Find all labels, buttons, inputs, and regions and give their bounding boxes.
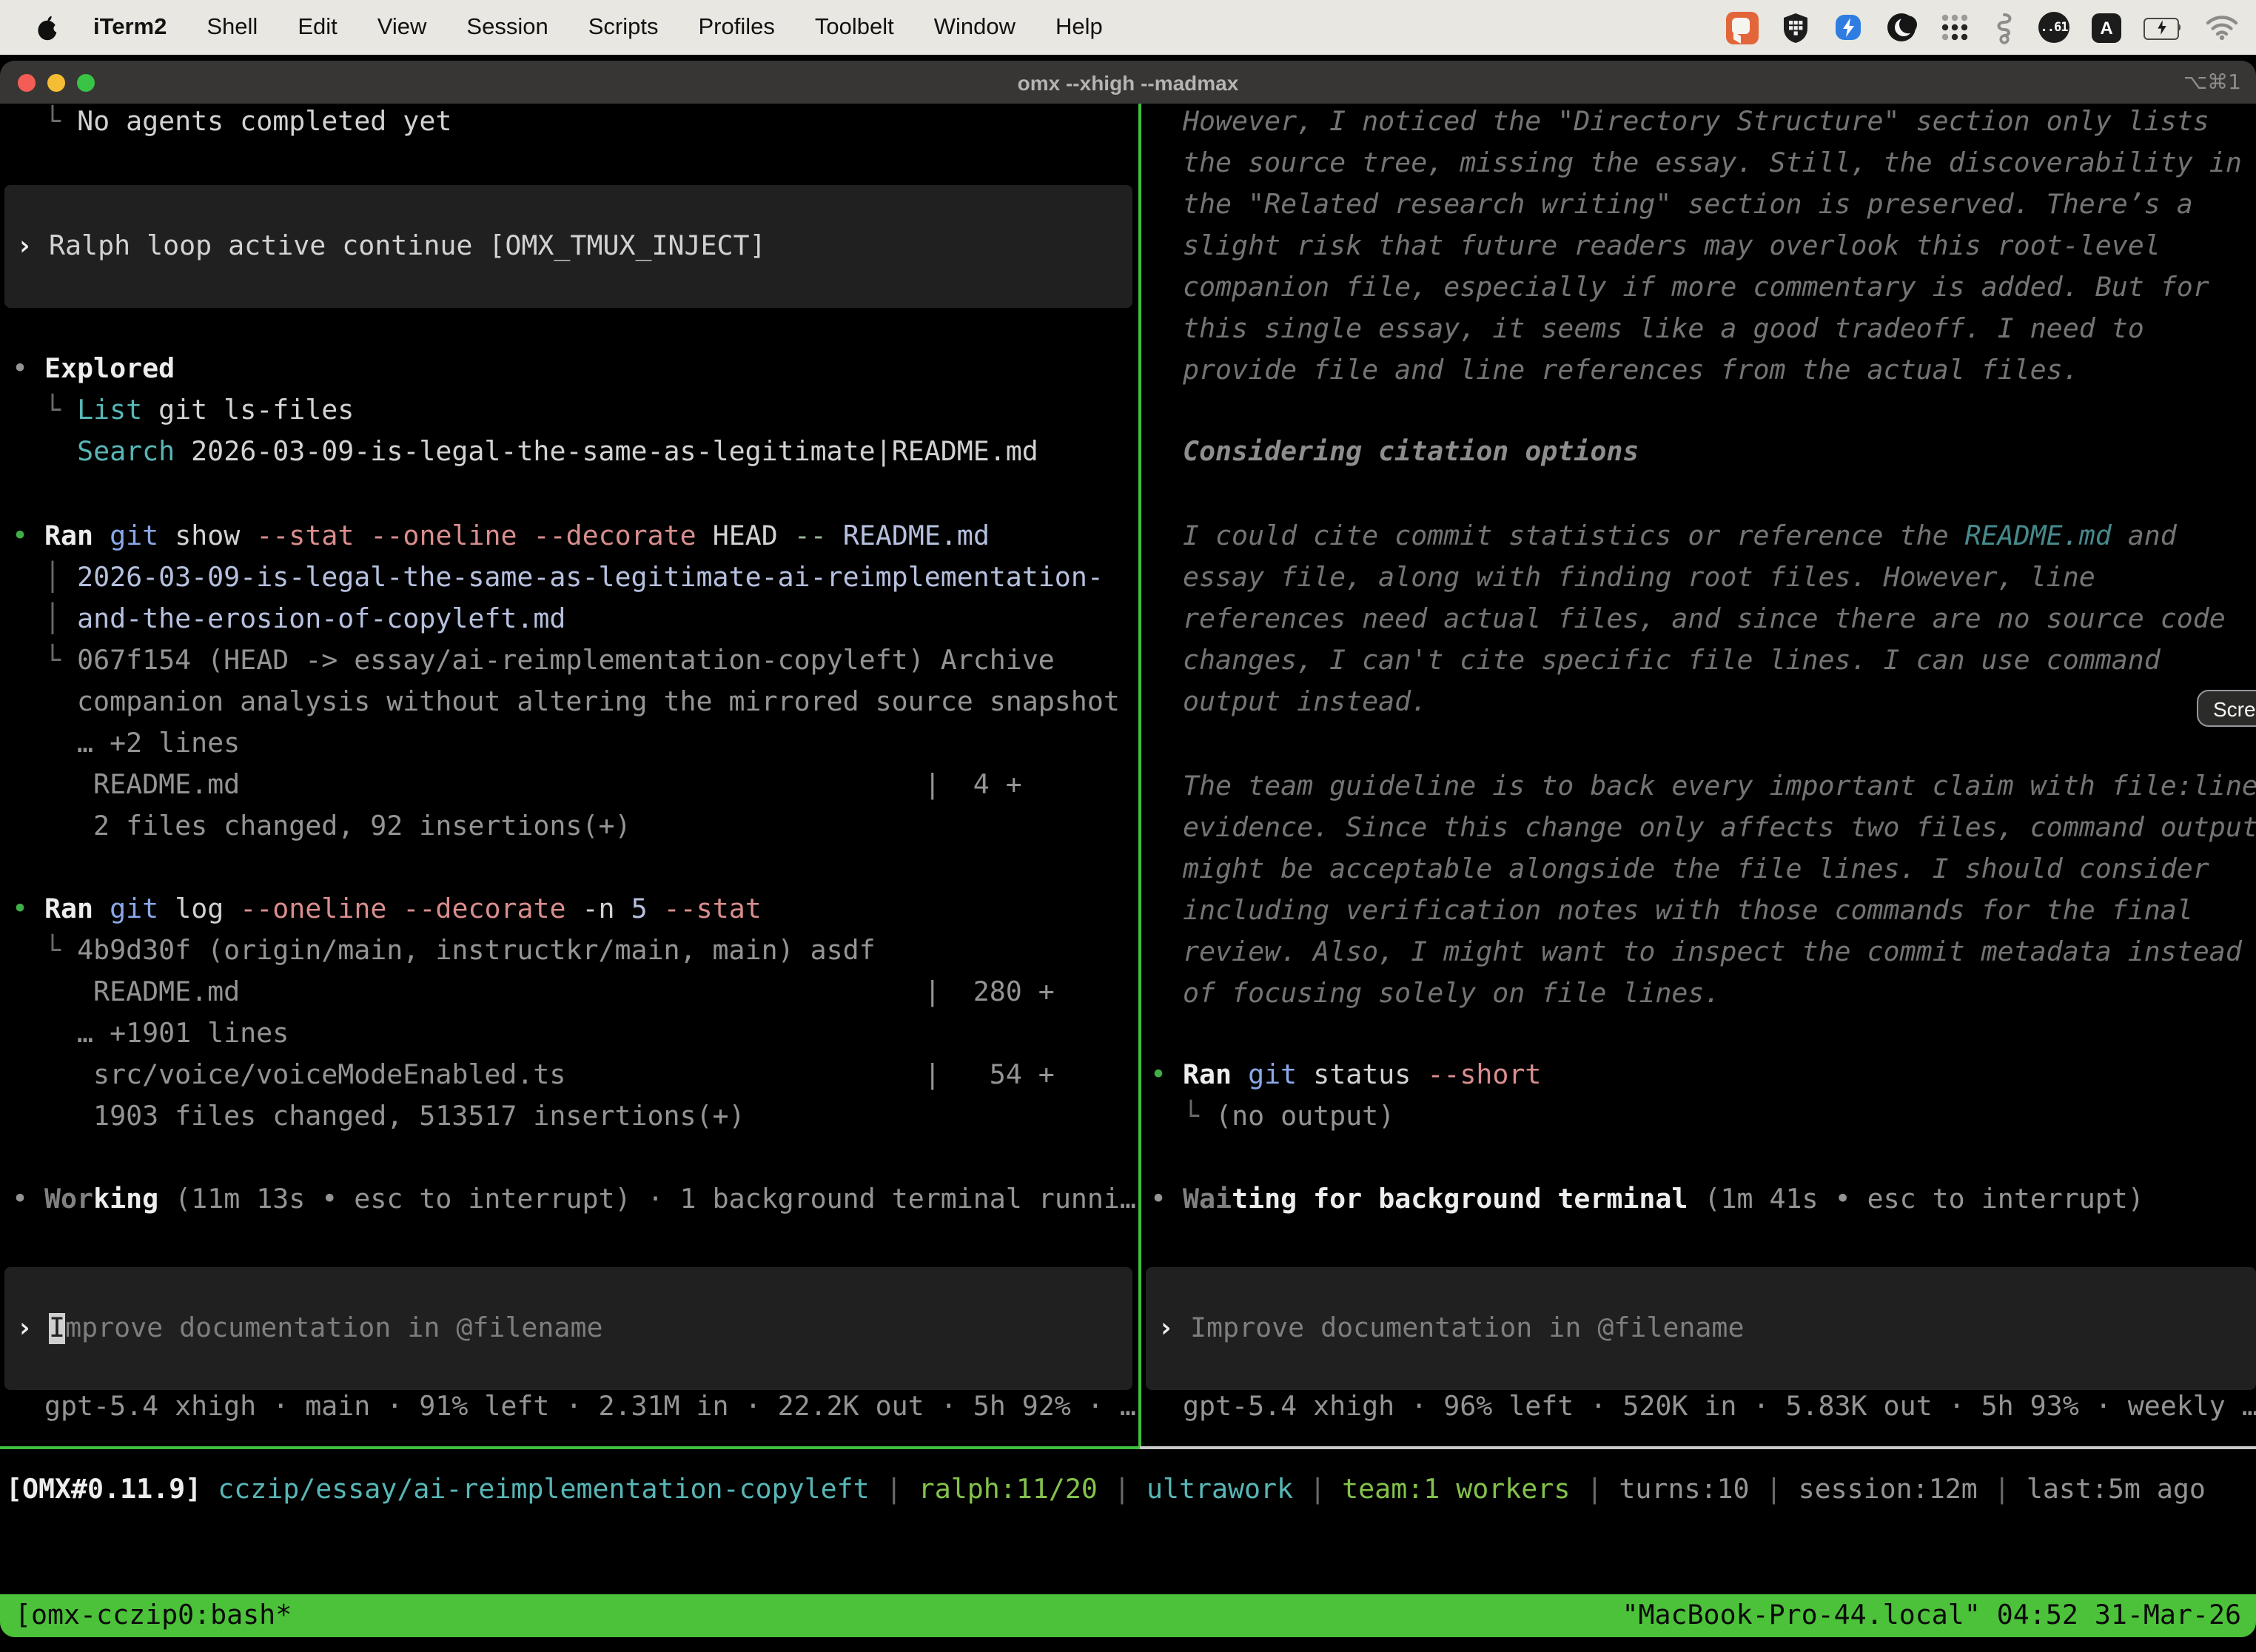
prompt-input-box[interactable]: › Improve documentation in @filename: [4, 1267, 1132, 1390]
terminal-line: • Ran git log --oneline --decorate -n 5 …: [12, 890, 762, 931]
menu-item-scripts[interactable]: Scripts: [588, 14, 659, 41]
menu-item-help[interactable]: Help: [1055, 14, 1103, 41]
terminal-line: • Waiting for background terminal (1m 41…: [1150, 1180, 2144, 1221]
bolt-diamond-icon[interactable]: [1833, 12, 1864, 43]
terminal-line: I could cite commit statistics or refere…: [1150, 517, 2177, 558]
terminal-pane-right[interactable]: However, I noticed the "Directory Struct…: [1143, 104, 2256, 1446]
terminal-line: Considering citation options: [1150, 432, 1639, 474]
tmux-status-bar: [omx-cczip0:bash* "MacBook-Pro-44.local"…: [0, 1594, 2256, 1637]
terminal-line: └ 067f154 (HEAD -> essay/ai-reimplementa…: [12, 641, 1055, 682]
prompt-input-text: › Improve documentation in @filename: [1146, 1308, 1744, 1349]
battery-charging-icon[interactable]: [2143, 18, 2183, 37]
squiggle-icon[interactable]: [1993, 11, 2016, 44]
menu-item-shell[interactable]: Shell: [207, 14, 258, 41]
pane-divider[interactable]: [1138, 104, 1141, 1446]
terminal-line: gpt-5.4 xhigh · 96% left · 520K in · 5.8…: [1150, 1387, 2256, 1428]
tmux-session-label: [omx-cczip0:bash*: [15, 1600, 292, 1631]
terminal-line: essay file, along with finding root file…: [1150, 558, 2095, 600]
terminal-line: the "Related research writing" section i…: [1150, 185, 2193, 226]
terminal-line: … +1901 lines: [12, 1014, 289, 1055]
menu-item-window[interactable]: Window: [934, 14, 1015, 41]
terminal-line: the source tree, missing the essay. Stil…: [1150, 144, 2242, 185]
terminal-line: output instead.: [1150, 682, 1427, 724]
apple-menu-icon[interactable]: [36, 14, 61, 41]
battery-percent-icon[interactable]: ..61: [2038, 12, 2069, 43]
menu-item-view[interactable]: View: [377, 14, 427, 41]
screen-share-overlay-label: Scre: [2213, 696, 2256, 720]
menu-item-profiles[interactable]: Profiles: [698, 14, 774, 41]
terminal-line: review. Also, I might want to inspect th…: [1150, 933, 2242, 974]
tmux-host-clock-label: "MacBook-Pro-44.local" 04:52 31-Mar-26: [1622, 1600, 2242, 1631]
menu-item-toolbelt[interactable]: Toolbelt: [815, 14, 894, 41]
terminal-line: of focusing solely on file lines.: [1150, 974, 1720, 1015]
terminal-line: this single essay, it seems like a good …: [1150, 309, 2144, 351]
chat-app-icon[interactable]: [1726, 11, 1759, 44]
prompt-input-text: › Improve documentation in @filename: [4, 1308, 603, 1349]
pie-circle-icon[interactable]: [1886, 12, 1917, 43]
terminal-line: evidence. Since this change only affects…: [1150, 808, 2256, 850]
terminal-line: └ List git ls-files: [12, 391, 354, 432]
shield-grid-icon[interactable]: [1781, 11, 1810, 44]
terminal-line: However, I noticed the "Directory Struct…: [1150, 104, 2209, 144]
letter-a-label: A: [2092, 13, 2121, 42]
menu-item-iterm2[interactable]: iTerm2: [93, 14, 167, 41]
window-title-bar[interactable]: omx --xhigh --madmax ⌥⌘1: [0, 61, 2256, 104]
terminal-line: src/voice/voiceModeEnabled.ts | 54 +: [12, 1055, 1055, 1097]
terminal-line: 1903 files changed, 513517 insertions(+): [12, 1097, 745, 1138]
terminal-line: │ 2026-03-09-is-legal-the-same-as-legiti…: [12, 558, 1104, 600]
terminal-line: └ No agents completed yet: [12, 104, 451, 144]
wifi-icon[interactable]: [2206, 15, 2238, 40]
pane-border-active: [0, 1446, 1140, 1449]
terminal-line: … +2 lines: [12, 724, 240, 765]
terminal-line: including verification notes with those …: [1150, 891, 2193, 933]
dots-grid-icon[interactable]: [1939, 12, 1970, 43]
terminal-line: gpt-5.4 xhigh · main · 91% left · 2.31M …: [12, 1387, 1136, 1428]
letter-a-icon[interactable]: A: [2092, 13, 2121, 42]
window-title: omx --xhigh --madmax: [0, 70, 2256, 94]
terminal-line: provide file and line references from th…: [1150, 351, 2079, 392]
menu-item-session[interactable]: Session: [466, 14, 548, 41]
terminal-line: slight risk that future readers may over…: [1150, 226, 2161, 268]
terminal-line: might be acceptable alongside the file l…: [1150, 850, 2209, 891]
prompt-input-text: › Ralph loop active continue [OMX_TMUX_I…: [4, 226, 766, 267]
terminal-line: • Explored: [12, 349, 175, 391]
pane-border-inactive: [1140, 1446, 2256, 1449]
prompt-input-box[interactable]: › Ralph loop active continue [OMX_TMUX_I…: [4, 185, 1132, 308]
screen: iTerm2 Shell Edit View Session Scripts Profile…: [0, 0, 2256, 1652]
menu-item-edit[interactable]: Edit: [298, 14, 337, 41]
terminal-line: companion file, especially if more comme…: [1150, 268, 2209, 309]
terminal-line: • Ran git show --stat --oneline --decora…: [12, 517, 990, 558]
terminal-pane-left[interactable]: └ No agents completed yet › Ralph loop ac…: [0, 104, 1140, 1446]
terminal-line: 2 files changed, 92 insertions(+): [12, 807, 631, 848]
battery-percent-label: ..61: [2038, 12, 2069, 43]
menu-bar: iTerm2 Shell Edit View Session Scripts Profile…: [0, 0, 2256, 55]
menu-status-icons: ..61 A: [1726, 11, 2238, 44]
terminal-line: • Working (11m 13s • esc to interrupt) ·…: [12, 1180, 1136, 1221]
terminal-line: └ (no output): [1150, 1097, 1394, 1138]
omx-status-line: [OMX#0.11.9] cczip/essay/ai-reimplementa…: [6, 1470, 2206, 1511]
terminal-line: companion analysis without altering the …: [12, 682, 1120, 724]
prompt-input-box[interactable]: › Improve documentation in @filename: [1146, 1267, 2256, 1390]
terminal-line: │ and-the-erosion-of-copyleft.md: [12, 600, 565, 641]
terminal-line: references need actual files, and since …: [1150, 600, 2226, 641]
screen-share-overlay-button[interactable]: Scre: [2197, 690, 2256, 727]
terminal-line: Search 2026-03-09-is-legal-the-same-as-l…: [12, 432, 1038, 474]
terminal-line: The team guideline is to back every impo…: [1150, 767, 2256, 808]
terminal-line: README.md | 4 +: [12, 765, 1022, 807]
terminal-line: └ 4b9d30f (origin/main, instructkr/main,…: [12, 931, 876, 973]
terminal-line: changes, I can't cite specific file line…: [1150, 641, 2161, 682]
terminal-line: README.md | 280 +: [12, 973, 1055, 1014]
terminal-line: • Ran git status --short: [1150, 1055, 1541, 1097]
window-shortcut-badge: ⌥⌘1: [2183, 70, 2241, 94]
menu-items: iTerm2 Shell Edit View Session Scripts Profile…: [93, 14, 1103, 41]
